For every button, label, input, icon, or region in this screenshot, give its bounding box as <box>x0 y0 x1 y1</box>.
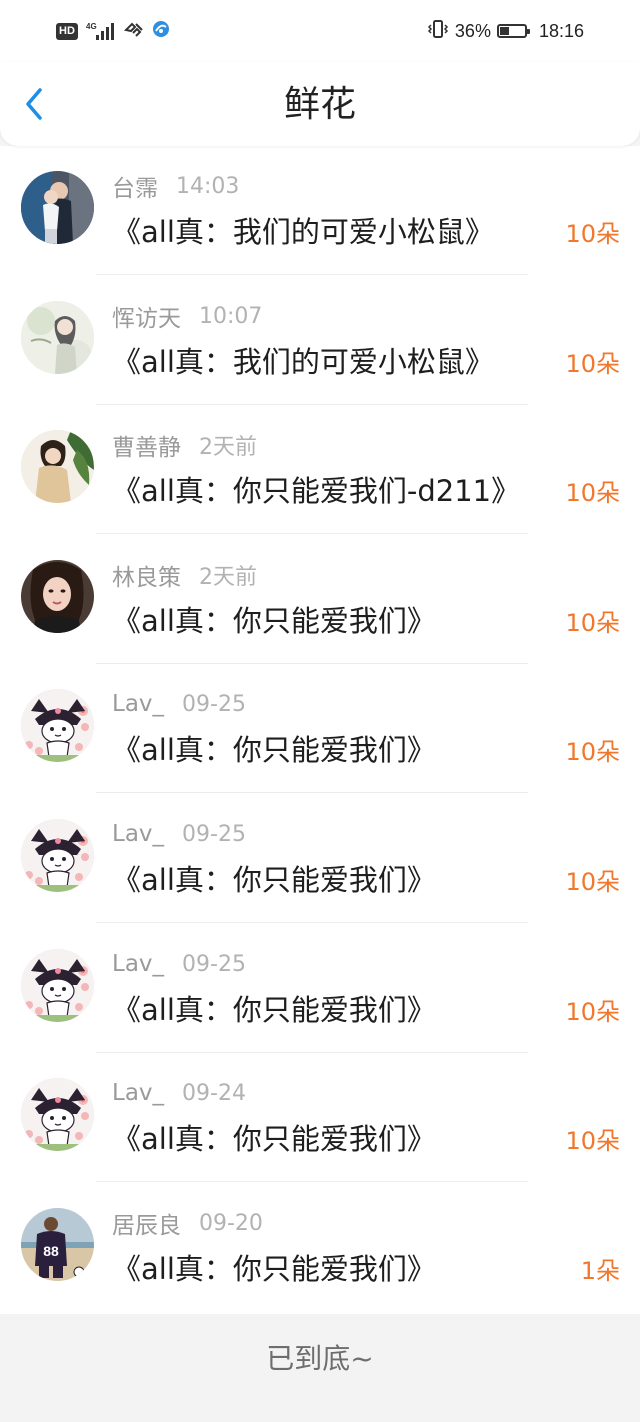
flower-count: 10朵 <box>565 479 620 507</box>
timestamp: 09-20 <box>199 1210 263 1236</box>
user-name[interactable]: 曹善静 <box>112 428 181 462</box>
page-title: 鲜花 <box>283 84 356 125</box>
avatar[interactable] <box>21 1078 94 1151</box>
signal-icon: 4G <box>86 21 116 41</box>
list-item[interactable]: 林良策 2天前《all真：你只能爱我们》 10朵 <box>0 535 640 664</box>
timestamp: 09-24 <box>182 1080 246 1106</box>
avatar[interactable] <box>21 560 94 633</box>
work-title[interactable]: 《all真：你只能爱我们》 <box>112 990 436 1030</box>
flower-count: 10朵 <box>565 220 620 248</box>
timestamp: 2天前 <box>199 435 257 460</box>
list-item[interactable]: Lav_ 09-25 《all真：你只能爱我们》 10朵 <box>0 664 640 793</box>
user-name[interactable]: 居辰良 <box>112 1206 181 1240</box>
battery-icon <box>496 24 530 38</box>
avatar[interactable] <box>21 949 94 1022</box>
item-meta: 曹善静 2天前 <box>112 429 257 461</box>
item-meta: 居辰良 09-20 <box>112 1206 263 1240</box>
clock: 18:16 <box>538 20 584 41</box>
status-bar-right: 36% 18:16 <box>427 18 584 44</box>
user-name[interactable]: 林良策 <box>112 558 181 592</box>
user-name[interactable]: 恽访天 <box>112 299 181 333</box>
row-divider <box>96 274 528 275</box>
list-item[interactable]: Lav_ 09-25 《all真：你只能爱我们》 10朵 <box>0 794 640 923</box>
avatar[interactable] <box>21 171 94 244</box>
timestamp: 09-25 <box>182 821 246 847</box>
work-title[interactable]: 《all真：你只能爱我们》 <box>112 730 436 770</box>
work-title[interactable]: 《all真：我们的可爱小松鼠》 <box>112 212 494 252</box>
user-name[interactable]: Lav_ <box>112 821 164 847</box>
item-meta: Lav_ 09-25 <box>112 688 246 720</box>
flower-count: 10朵 <box>565 1127 620 1155</box>
item-meta: Lav_ 09-24 <box>112 1077 246 1109</box>
item-meta: 恽访天 10:07 <box>112 299 263 333</box>
browser-icon <box>152 20 170 42</box>
svg-text:88: 88 <box>43 1243 59 1259</box>
user-name[interactable]: Lav_ <box>112 691 164 717</box>
user-name[interactable]: 台霈 <box>112 169 158 203</box>
work-title[interactable]: 《all真：你只能爱我们》 <box>112 1119 436 1159</box>
list-item[interactable]: 恽访天 10:07 《all真：我们的可爱小松鼠》 10朵 <box>0 276 640 405</box>
timestamp: 10:07 <box>199 303 263 329</box>
vibrate-icon <box>427 18 449 45</box>
row-divider <box>96 792 528 793</box>
work-title[interactable]: 《all真：你只能爱我们》 <box>112 860 436 900</box>
status-bar-left: HD 4G <box>56 20 170 42</box>
row-divider <box>96 533 528 534</box>
work-title[interactable]: 《all真：你只能爱我们-d211》 <box>112 471 520 511</box>
list-item[interactable]: 台霈 14:03 《all真：我们的可爱小松鼠》 10朵 <box>0 146 640 275</box>
list-item[interactable]: Lav_ 09-24 《all真：你只能爱我们》 10朵 <box>0 1053 640 1182</box>
flower-count: 10朵 <box>565 609 620 637</box>
flower-count: 10朵 <box>565 868 620 896</box>
avatar[interactable] <box>21 430 94 503</box>
item-meta: Lav_ 09-25 <box>112 948 246 980</box>
list-item[interactable]: 曹善静 2天前《all真：你只能爱我们-d211》 10朵 <box>0 405 640 534</box>
nav-bar: 鲜花 <box>0 62 640 146</box>
avatar[interactable]: 88 <box>21 1208 94 1281</box>
avatar[interactable] <box>21 301 94 374</box>
flower-count: 10朵 <box>565 350 620 378</box>
battery-level <box>499 27 509 35</box>
item-meta: 林良策 2天前 <box>112 559 257 591</box>
flower-count: 10朵 <box>565 998 620 1026</box>
end-of-list-notice: 已到底~ <box>0 1314 640 1422</box>
timestamp: 2天前 <box>199 565 257 590</box>
user-name[interactable]: Lav_ <box>112 1080 164 1106</box>
work-title[interactable]: 《all真：我们的可爱小松鼠》 <box>112 342 494 382</box>
list-item[interactable]: 88 居辰良 09-20 《all真：你只能爱我们》 1朵 <box>0 1183 640 1312</box>
row-divider <box>96 1181 528 1182</box>
link-icon <box>123 20 144 42</box>
avatar[interactable] <box>21 689 94 762</box>
avatar[interactable] <box>21 819 94 892</box>
item-meta: 台霈 14:03 <box>112 169 240 203</box>
item-meta: Lav_ 09-25 <box>112 818 246 850</box>
row-divider <box>96 922 528 923</box>
status-bar: HD 4G 36% 18:16 <box>0 0 640 62</box>
user-name[interactable]: Lav_ <box>112 951 164 977</box>
work-title[interactable]: 《all真：你只能爱我们》 <box>112 601 436 641</box>
battery-percent: 36% <box>454 20 491 41</box>
flower-record-list[interactable]: 台霈 14:03 《all真：我们的可爱小松鼠》 10朵 恽访天 10:07 《all真：我… <box>0 146 640 1314</box>
timestamp: 09-25 <box>182 691 246 717</box>
network-type: 4G <box>86 22 97 31</box>
timestamp: 09-25 <box>182 951 246 977</box>
flower-count: 10朵 <box>565 738 620 766</box>
timestamp: 14:03 <box>176 173 240 199</box>
flower-count: 1朵 <box>580 1257 620 1285</box>
list-item[interactable]: Lav_ 09-25 《all真：你只能爱我们》 10朵 <box>0 924 640 1053</box>
work-title[interactable]: 《all真：你只能爱我们》 <box>112 1249 436 1289</box>
hd-badge: HD <box>56 22 78 40</box>
